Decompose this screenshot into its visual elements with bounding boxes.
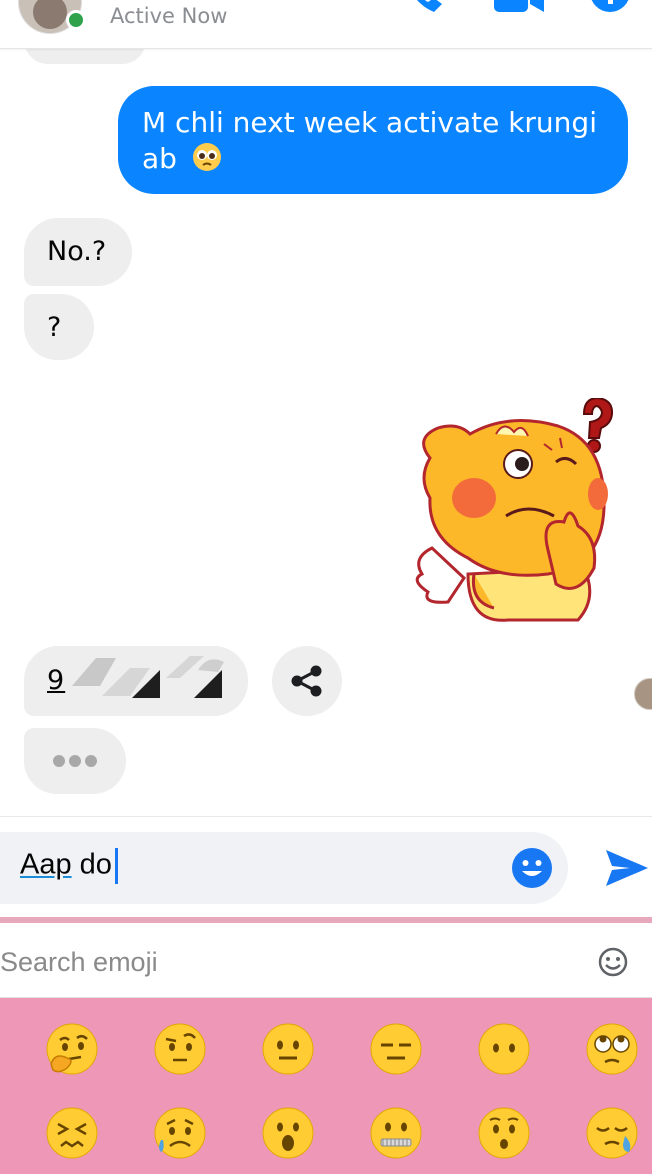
- pleading-face-emoji-icon: [192, 143, 221, 171]
- incoming-message-bubble[interactable]: ?: [24, 294, 94, 360]
- conversation-header: Active Now: [0, 0, 652, 49]
- expressionless-face-icon[interactable]: [369, 1022, 423, 1076]
- emoji-keyboard-panel: [0, 998, 652, 1174]
- send-icon[interactable]: [604, 848, 650, 888]
- emoji-button-icon[interactable]: [511, 847, 553, 889]
- emoji-category-icon[interactable]: [597, 946, 629, 978]
- thinking-sticker[interactable]: [408, 398, 618, 624]
- text-caret: [114, 848, 118, 884]
- emoji-search-input[interactable]: [0, 944, 560, 980]
- composer-divider: [0, 816, 652, 817]
- share-icon: [291, 665, 322, 697]
- neutral-face-icon[interactable]: [261, 1022, 315, 1076]
- face-with-open-mouth-icon[interactable]: [261, 1106, 315, 1160]
- message-text: No.?: [47, 236, 107, 267]
- thinking-face-icon[interactable]: [45, 1022, 99, 1076]
- incoming-message-bubble[interactable]: No.?: [24, 218, 132, 286]
- face-with-rolling-eyes-icon[interactable]: [585, 1022, 639, 1076]
- outgoing-message-bubble[interactable]: M chli next week activate krungi ab: [118, 86, 628, 194]
- message-text: ?: [47, 312, 62, 343]
- message-text-line: M chli next week activate krungi: [142, 106, 597, 139]
- message-input-value[interactable]: Aap do: [20, 848, 118, 884]
- sad-but-relieved-face-icon[interactable]: [153, 1106, 207, 1160]
- online-presence-dot: [66, 10, 86, 30]
- active-status-label: Active Now: [110, 4, 228, 28]
- phone-icon[interactable]: [404, 0, 444, 16]
- share-button[interactable]: [272, 646, 342, 716]
- sleepy-face-icon[interactable]: [585, 1106, 639, 1160]
- info-icon[interactable]: [588, 0, 632, 16]
- typing-indicator-bubble: [24, 728, 126, 794]
- typing-dots-icon: [53, 755, 97, 767]
- seen-receipt-avatar: [634, 678, 652, 710]
- link-text[interactable]: 9: [47, 665, 65, 696]
- message-text-line: ab: [142, 142, 177, 175]
- video-icon[interactable]: [492, 0, 548, 16]
- face-without-mouth-icon[interactable]: [477, 1022, 531, 1076]
- redacted-overlay: [72, 656, 224, 698]
- confounded-face-icon[interactable]: [45, 1106, 99, 1160]
- incoming-link-bubble[interactable]: 9: [24, 646, 248, 716]
- hushed-face-icon[interactable]: [477, 1106, 531, 1160]
- face-with-raised-eyebrow-icon[interactable]: [153, 1022, 207, 1076]
- zipper-mouth-face-icon[interactable]: [369, 1106, 423, 1160]
